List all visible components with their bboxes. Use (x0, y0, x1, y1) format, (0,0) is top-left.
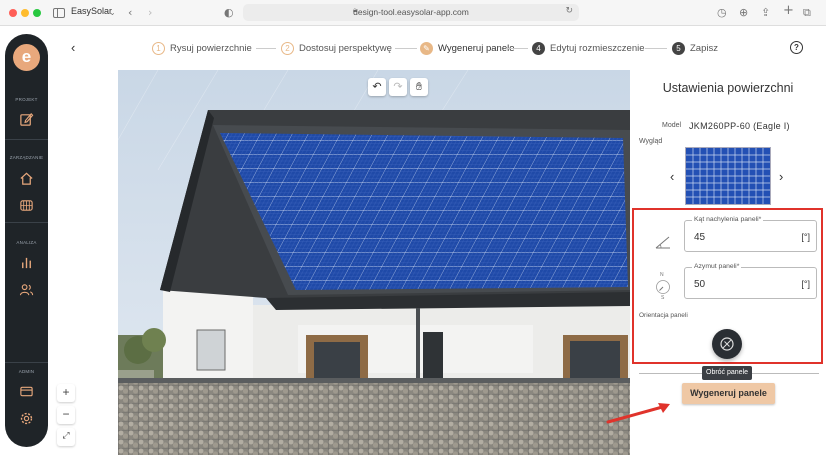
gear-icon[interactable] (19, 411, 34, 426)
orientation-label: Orientacja paneli (639, 312, 688, 319)
sidebar-section-management: ZARZĄDZANIE (9, 155, 44, 160)
azimuth-value[interactable]: 50 (694, 279, 705, 290)
tilt-angle-unit: [°] (801, 232, 810, 242)
share-icon[interactable]: ⇪ (761, 5, 770, 21)
minimize-window-button[interactable] (21, 9, 29, 17)
tilt-angle-icon (655, 233, 671, 249)
download-icon[interactable]: ⊕ (739, 5, 748, 21)
undo-icon[interactable]: ↶ (368, 78, 386, 96)
next-panel-chevron-icon[interactable]: › (779, 169, 783, 184)
step-label: Edytuj rozmieszczenie (550, 42, 645, 54)
step-label: Zapisz (690, 42, 718, 54)
step-connector (395, 48, 417, 49)
users-icon[interactable] (19, 282, 34, 297)
rotate-panels-button[interactable] (712, 329, 742, 359)
tilt-angle-value[interactable]: 45 (694, 232, 705, 243)
canvas-toolbar: ↶ ↷ ✋︎ (368, 78, 428, 98)
design-canvas[interactable] (118, 70, 630, 455)
step-number: 4 (532, 41, 545, 55)
easysolar-logo[interactable]: e (13, 44, 40, 71)
model-label: Model (662, 122, 682, 129)
look-label: Wygląd (639, 138, 663, 145)
panel-preview-image (685, 147, 771, 205)
azimuth-field[interactable]: Azymut paneli* 50 [°] (684, 263, 817, 299)
history-icon[interactable]: ◷ (717, 5, 727, 21)
app-sidebar: e PROJEKT ZARZĄDZANIE ANALIZA ADMIN (5, 34, 48, 447)
sidebar-divider (5, 222, 48, 223)
zoom-in-button[interactable]: + (57, 384, 75, 402)
step-label: Dostosuj perspektywę (299, 42, 392, 54)
step-connector (256, 48, 276, 49)
generate-panels-button[interactable]: Wygeneruj panele (682, 383, 775, 404)
privacy-shield-icon[interactable]: ◐ (224, 5, 234, 21)
edit-icon[interactable] (19, 112, 34, 127)
globe-icon[interactable] (19, 198, 34, 213)
back-chevron-icon[interactable]: ‹ (71, 40, 75, 55)
browser-toolbar: EasySolar ⌄ ‹ › ◐ 🔒︎ design-tool.easysol… (0, 0, 826, 26)
zoom-out-button[interactable]: − (57, 406, 75, 424)
step-edit-layout[interactable]: 4 Edytuj rozmieszczenie (532, 40, 645, 56)
help-icon[interactable]: ? (790, 41, 803, 54)
tilt-angle-label: Kąt nachylenia paneli* (692, 216, 764, 223)
step-label: Wygeneruj panele (438, 42, 515, 54)
step-save[interactable]: 5 Zapisz (672, 40, 718, 56)
sidebar-section-admin: ADMIN (18, 369, 35, 374)
annotation-arrow (606, 403, 670, 424)
step-adjust-perspective[interactable]: 2 Dostosuj perspektywę (281, 40, 392, 56)
model-value[interactable]: JKM260PP-60 (Eagle I) (689, 121, 790, 131)
step-draw-surfaces[interactable]: 1 Rysuj powierzchnie (152, 40, 252, 56)
sidebar-section-project: PROJEKT (15, 97, 38, 102)
step-number: 1 (152, 41, 165, 55)
url-text: design-tool.easysolar-app.com (353, 7, 469, 17)
step-generate-panels[interactable]: ✎ Wygeneruj panele (420, 40, 515, 56)
rotate-tooltip: Obróć panele (702, 366, 753, 380)
fit-screen-icon[interactable]: ⤢ (57, 428, 75, 446)
chevron-down-icon[interactable]: ⌄ (109, 5, 116, 21)
prev-panel-chevron-icon[interactable]: ‹ (670, 169, 674, 184)
home-icon[interactable] (19, 171, 34, 186)
compass-icon: N S (655, 272, 671, 301)
redo-icon[interactable]: ↷ (389, 78, 407, 96)
sidebar-toggle-icon[interactable] (53, 8, 65, 18)
step-number: 5 (672, 41, 685, 55)
tab-overview-icon[interactable]: ⧉ (803, 5, 811, 21)
hand-icon[interactable]: ✋︎ (410, 78, 428, 96)
new-tab-icon[interactable]: + (783, 3, 794, 19)
step-number: 2 (281, 41, 294, 55)
close-window-button[interactable] (9, 9, 17, 17)
azimuth-unit: [°] (801, 279, 810, 289)
azimuth-label: Azymut paneli* (692, 263, 742, 270)
bar-chart-icon[interactable] (19, 255, 34, 270)
house-photo (118, 70, 630, 455)
compass-north-label: N (660, 272, 664, 278)
step-label: Rysuj powierzchnie (170, 42, 252, 54)
tilt-angle-field[interactable]: Kąt nachylenia paneli* 45 [°] (684, 216, 817, 252)
magic-wand-icon: ✎ (420, 41, 433, 55)
tab-group-name[interactable]: EasySolar (71, 6, 112, 16)
step-connector (645, 48, 667, 49)
sidebar-divider (5, 362, 48, 363)
maximize-window-button[interactable] (33, 9, 41, 17)
card-icon[interactable] (19, 384, 34, 399)
back-nav-icon[interactable]: ‹ (128, 5, 132, 21)
step-connector (506, 48, 528, 49)
rotate-icon (720, 337, 734, 351)
forward-nav-icon[interactable]: › (148, 5, 152, 21)
sidebar-divider (5, 139, 48, 140)
compass-south-label: S (661, 295, 665, 301)
panel-title: Ustawienia powierzchni (662, 81, 794, 95)
address-bar[interactable]: 🔒︎ design-tool.easysolar-app.com ↻ (243, 4, 579, 21)
sidebar-section-analysis: ANALIZA (16, 240, 37, 245)
reload-icon[interactable]: ↻ (565, 6, 573, 16)
